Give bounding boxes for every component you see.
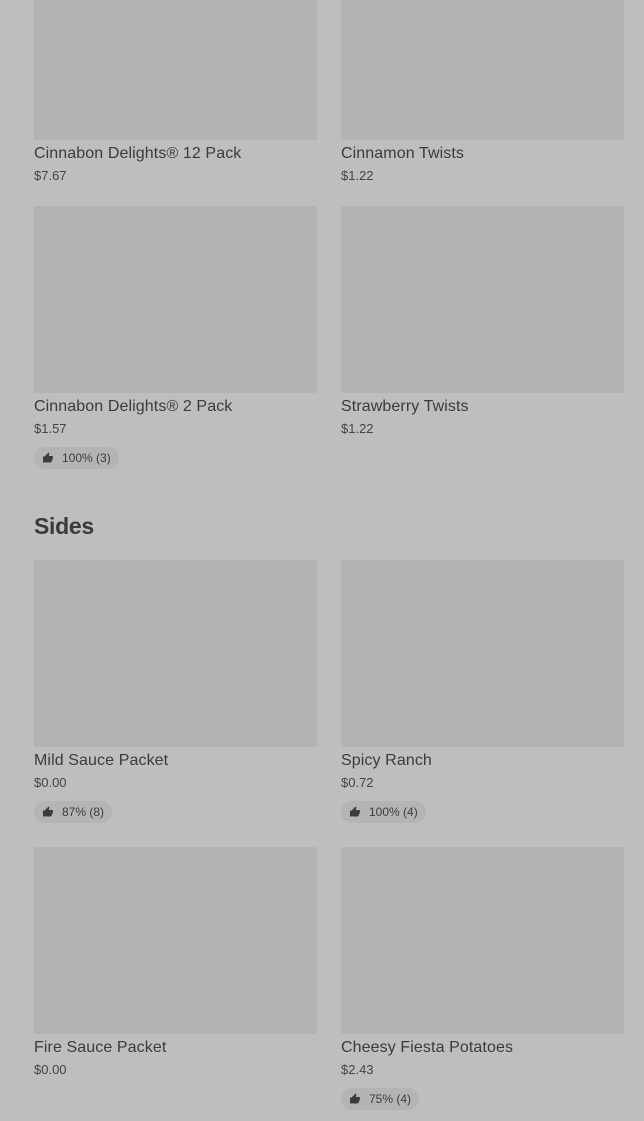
sides-grid: Mild Sauce Packet $0.00 87% (8) Spicy Ra…: [34, 560, 624, 1110]
sweets-grid: Cinnabon Delights® 12 Pack $7.67 Cinnamo…: [34, 0, 624, 469]
menu-item-image[interactable]: [34, 0, 317, 140]
rating-text: 100% (3): [62, 451, 111, 465]
menu-item-name: Fire Sauce Packet: [34, 1039, 167, 1056]
menu-item-price: $0.00: [34, 1062, 67, 1077]
thumbs-up-icon: [350, 1093, 360, 1104]
rating-text: 100% (4): [369, 805, 418, 819]
menu-item-card[interactable]: Fire Sauce Packet $0.00: [34, 847, 317, 1110]
menu-item-card[interactable]: Cinnabon Delights® 12 Pack $7.67: [34, 0, 317, 183]
menu-item-price: $0.00: [34, 775, 67, 790]
menu-item-price: $2.43: [341, 1062, 374, 1077]
menu-item-name: Cheesy Fiesta Potatoes: [341, 1039, 514, 1056]
menu-item-card[interactable]: Mild Sauce Packet $0.00 87% (8): [34, 560, 317, 823]
menu-item-image[interactable]: [341, 847, 624, 1034]
menu-item-image[interactable]: [34, 206, 317, 393]
menu-item-price: $1.22: [341, 421, 374, 436]
menu-item-card[interactable]: Cinnamon Twists $1.22: [341, 0, 624, 183]
menu-item-card[interactable]: Spicy Ranch $0.72 100% (4): [341, 560, 624, 823]
thumbs-up-icon: [43, 452, 53, 463]
rating-badge: 75% (4): [341, 1088, 420, 1110]
menu-item-price: $1.57: [34, 421, 67, 436]
rating-text: 87% (8): [62, 805, 105, 819]
thumbs-up-icon: [350, 806, 360, 817]
menu-item-name: Mild Sauce Packet: [34, 752, 169, 769]
rating-badge: 100% (4): [341, 801, 426, 823]
menu-item-card[interactable]: Cheesy Fiesta Potatoes $2.43 75% (4): [341, 847, 624, 1110]
menu-item-image[interactable]: [34, 847, 317, 1034]
menu-item-name: Spicy Ranch: [341, 752, 432, 769]
menu-item-price: $0.72: [341, 775, 374, 790]
menu-item-name: Cinnamon Twists: [341, 145, 465, 162]
menu-item-card[interactable]: Cinnabon Delights® 2 Pack $1.57 100% (3): [34, 206, 317, 469]
rating-text: 75% (4): [369, 1092, 412, 1106]
section-title-sides: Sides: [34, 513, 94, 539]
menu-item-image[interactable]: [34, 560, 317, 747]
rating-badge: 87% (8): [34, 801, 113, 823]
menu-item-price: $1.22: [341, 168, 374, 183]
menu-item-card[interactable]: Strawberry Twists $1.22: [341, 206, 624, 469]
menu-item-image[interactable]: [341, 560, 624, 747]
menu-item-image[interactable]: [341, 0, 624, 140]
menu-item-name: Cinnabon Delights® 12 Pack: [34, 145, 242, 162]
rating-badge: 100% (3): [34, 447, 119, 469]
menu-item-image[interactable]: [341, 206, 624, 393]
menu-item-price: $7.67: [34, 168, 67, 183]
menu-item-name: Strawberry Twists: [341, 398, 469, 415]
thumbs-up-icon: [43, 806, 53, 817]
menu-item-name: Cinnabon Delights® 2 Pack: [34, 398, 233, 415]
